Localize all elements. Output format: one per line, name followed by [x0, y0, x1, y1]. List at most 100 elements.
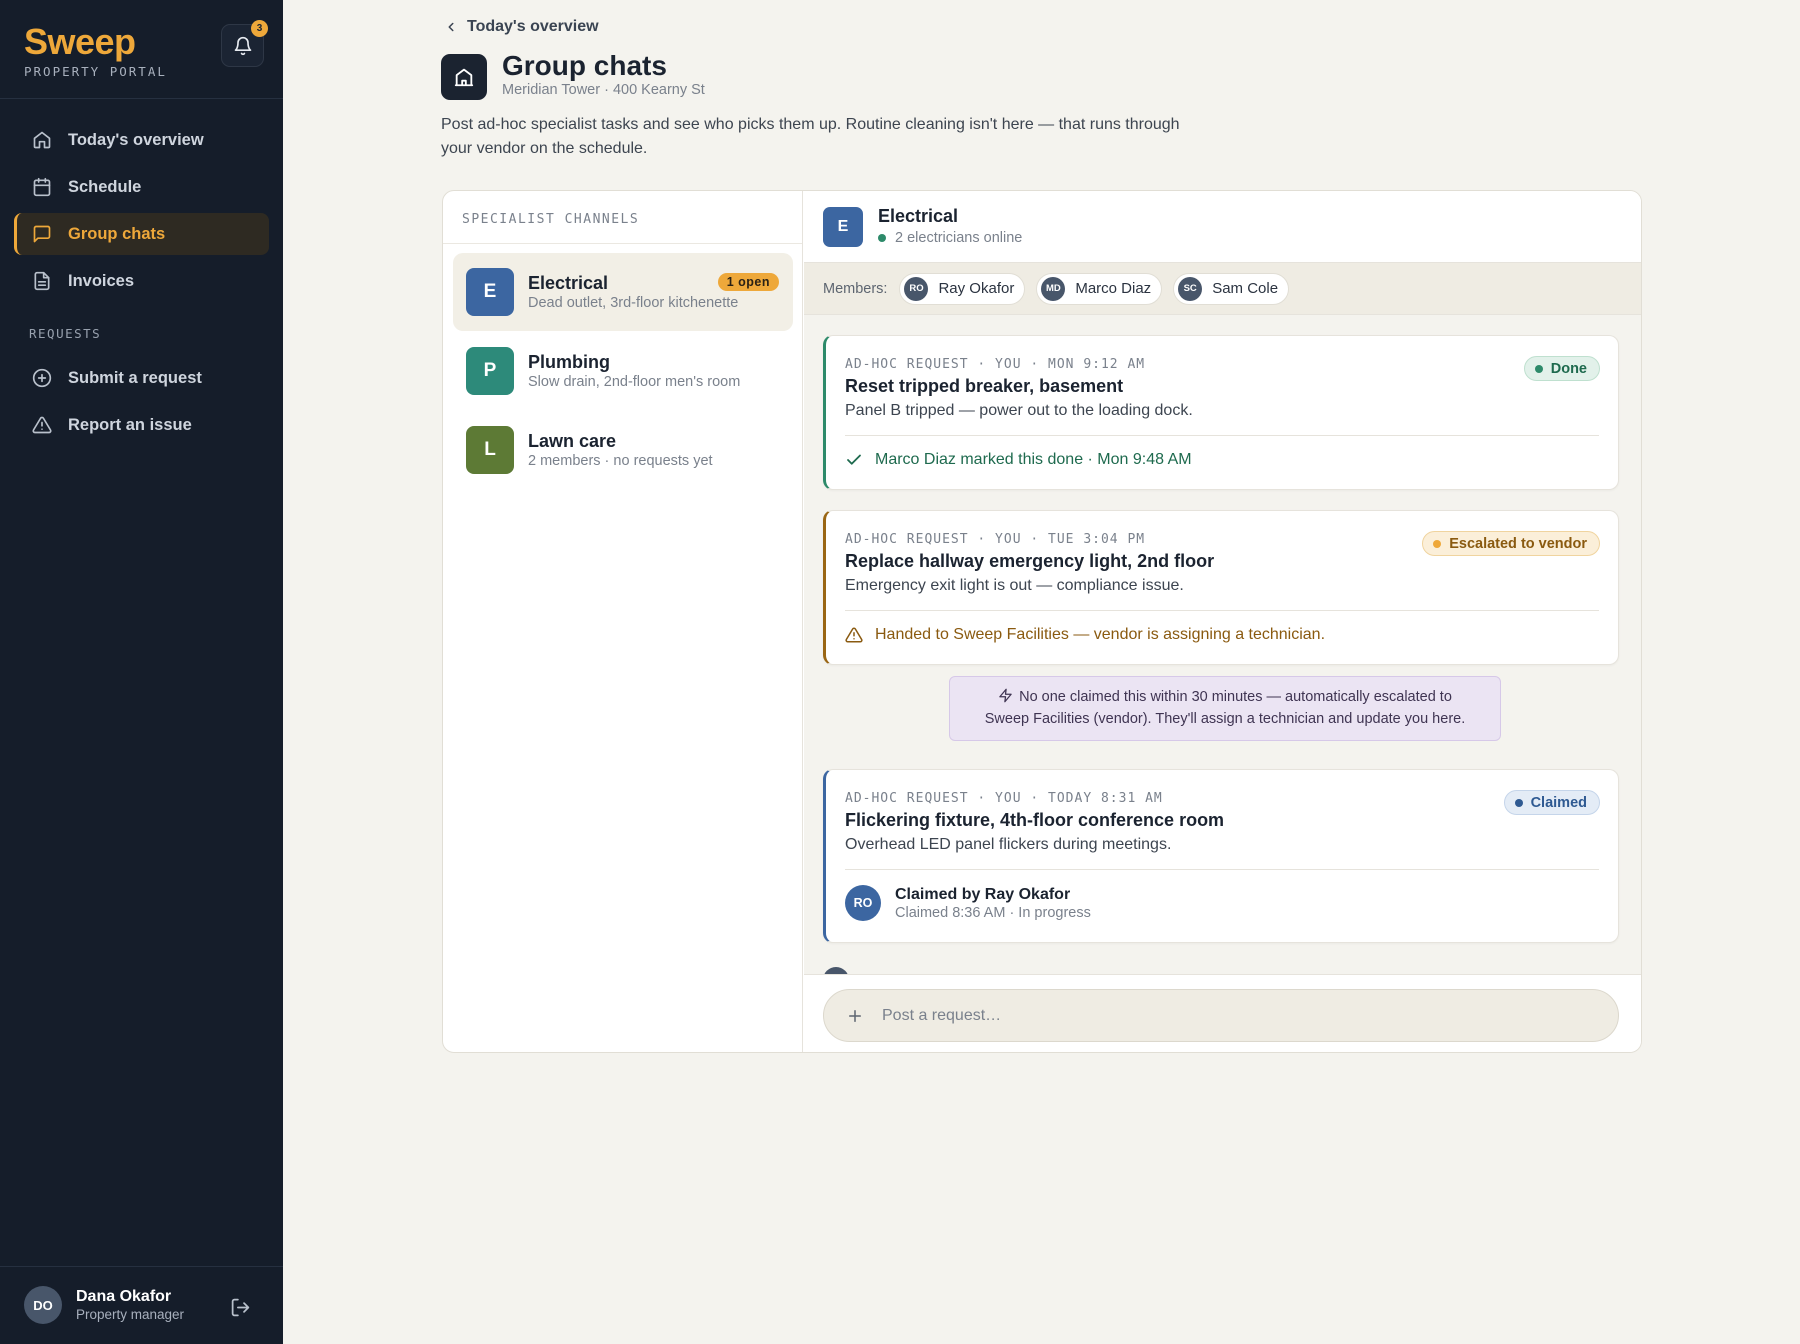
request-description: Panel B tripped — power out to the loadi…	[845, 402, 1193, 419]
member-chip[interactable]: RO Ray Okafor	[899, 272, 1026, 305]
request-card[interactable]: AD-HOC REQUEST · YOU · MON 9:12 AM Reset…	[823, 335, 1619, 490]
channel-name: Electrical	[528, 273, 609, 293]
avatar	[823, 967, 849, 974]
member-name: Marco Diaz	[1075, 280, 1152, 297]
channel-item-lawn-care[interactable]: L Lawn care 2 members · no requests yet	[453, 411, 793, 489]
channel-list-heading: SPECIALIST CHANNELS	[443, 191, 802, 244]
user-role: Property manager	[76, 1307, 185, 1322]
member-name: Sam Cole	[1212, 280, 1279, 297]
channel-avatar: L	[466, 426, 514, 474]
claimed-by: Claimed by Ray Okafor	[895, 885, 1071, 903]
chat-header: E Electrical 2 electricians online	[804, 191, 1641, 262]
request-meta: AD-HOC REQUEST · YOU · MON 9:12 AM	[845, 357, 1146, 372]
members-label: Members:	[823, 280, 888, 297]
claim-status: Claimed 8:36 AM · In progress	[895, 904, 1091, 921]
back-link[interactable]: Today's overview	[444, 18, 599, 36]
request-card[interactable]: AD-HOC REQUEST · YOU · TODAY 8:31 AM Fli…	[823, 769, 1619, 943]
lightning-icon	[999, 688, 1012, 703]
channel-name: Plumbing	[528, 352, 610, 372]
status-label: Done	[1550, 360, 1587, 377]
notice-text-line2: Sweep Facilities (vendor). They'll assig…	[984, 711, 1466, 727]
request-description: Emergency exit light is out — compliance…	[845, 577, 1184, 594]
building-icon	[441, 54, 487, 100]
notifications-button[interactable]: 3	[221, 20, 268, 67]
request-meta: AD-HOC REQUEST · YOU · TUE 3:04 PM	[845, 532, 1146, 547]
nav-item-report-issue[interactable]: Report an issue	[14, 404, 269, 446]
user-profile[interactable]: DO Dana Okafor Property manager	[24, 1286, 184, 1324]
request-resolution: Handed to Sweep Facilities — vendor is a…	[845, 626, 1325, 644]
nav-item-label: Today's overview	[68, 130, 204, 149]
status-dot-icon	[1514, 798, 1523, 807]
post-request-input[interactable]: Post a request…	[823, 989, 1619, 1042]
requests-nav: Submit a request Report an issue	[14, 357, 269, 451]
message-feed[interactable]: AD-HOC REQUEST · YOU · MON 9:12 AM Reset…	[804, 315, 1641, 974]
request-meta: AD-HOC REQUEST · YOU · TODAY 8:31 AM	[845, 791, 1163, 806]
sidebar-divider	[0, 98, 283, 99]
resolution-text: Marco Diaz marked this done · Mon 9:48 A…	[875, 451, 1192, 468]
card-divider	[845, 435, 1599, 436]
channel-summary: 2 members · no requests yet	[528, 453, 713, 469]
page-subtitle: Meridian Tower · 400 Kearny St	[502, 82, 705, 98]
chat-channel-name: Electrical	[878, 206, 959, 226]
warning-icon	[845, 627, 863, 643]
sidebar-footer-divider	[0, 1266, 283, 1267]
nav-item-schedule[interactable]: Schedule	[14, 166, 269, 208]
calendar-icon	[33, 177, 51, 197]
plus-icon[interactable]	[846, 1007, 864, 1025]
status-badge: Done	[1523, 356, 1600, 381]
page-description: Post ad-hoc specialist tasks and see who…	[441, 116, 1180, 157]
nav-item-todays-overview[interactable]: Today's overview	[14, 119, 269, 161]
nav-item-label: Report an issue	[68, 415, 192, 434]
notice-text-line1: No one claimed this within 30 minutes — …	[1019, 689, 1452, 705]
request-card[interactable]: AD-HOC REQUEST · YOU · TUE 3:04 PM Repla…	[823, 510, 1619, 665]
bell-icon	[234, 36, 251, 55]
members-bar: Members: RO Ray Okafor MD Marco Diaz SC …	[804, 262, 1641, 315]
nav-item-submit-request[interactable]: Submit a request	[14, 357, 269, 399]
checkmark-icon	[847, 454, 861, 465]
channel-item-plumbing[interactable]: P Plumbing Slow drain, 2nd-floor men's r…	[453, 332, 793, 410]
nav-item-label: Invoices	[68, 271, 135, 290]
nav-item-invoices[interactable]: Invoices	[14, 260, 269, 302]
status-dot-icon	[1534, 364, 1543, 373]
chat-pane: E Electrical 2 electricians online Membe…	[804, 191, 1641, 1052]
composer-placeholder: Post a request…	[882, 1006, 1002, 1024]
back-link-label: Today's overview	[467, 18, 599, 35]
avatar: RO	[845, 885, 881, 921]
request-title: Reset tripped breaker, basement	[845, 376, 1124, 396]
user-name: Dana Okafor	[76, 1288, 172, 1305]
card-divider	[845, 610, 1599, 611]
channel-list: SPECIALIST CHANNELS E Electrical Dead ou…	[443, 191, 803, 1052]
member-chip[interactable]: MD Marco Diaz	[1036, 272, 1163, 305]
nav-item-label: Group chats	[68, 224, 166, 243]
brand[interactable]: Sweep PROPERTY PORTAL	[24, 21, 167, 80]
escalation-notice: No one claimed this within 30 minutes — …	[949, 676, 1501, 741]
avatar: MD	[1041, 276, 1066, 301]
nav-item-group-chats[interactable]: Group chats	[14, 213, 269, 255]
status-dot-icon	[1433, 539, 1442, 548]
request-title: Flickering fixture, 4th-floor conference…	[845, 810, 1225, 830]
brand-name: Sweep	[24, 21, 136, 62]
nav-item-label: Schedule	[68, 177, 142, 196]
logout-icon	[231, 1298, 250, 1317]
channel-item-electrical[interactable]: E Electrical Dead outlet, 3rd-floor kitc…	[453, 253, 793, 331]
home-icon	[33, 131, 51, 149]
status-badge: Escalated to vendor	[1422, 531, 1600, 556]
main-nav: Today's overview Schedule Group chats In…	[14, 119, 269, 307]
channel-avatar: P	[466, 347, 514, 395]
member-chip[interactable]: SC Sam Cole	[1173, 272, 1290, 305]
composer-area: Post a request…	[804, 974, 1641, 1052]
channel-name: Lawn care	[528, 431, 617, 451]
warning-icon	[32, 416, 52, 434]
avatar: SC	[1178, 276, 1203, 301]
notification-count-badge: 3	[251, 20, 268, 37]
logout-button[interactable]	[230, 1297, 251, 1323]
request-description: Overhead LED panel flickers during meeti…	[845, 836, 1172, 853]
claim-info: RO Claimed by Ray Okafor Claimed 8:36 AM…	[845, 885, 1091, 921]
chat-icon	[33, 225, 51, 243]
request-resolution: Marco Diaz marked this done · Mon 9:48 A…	[845, 451, 1192, 469]
status-label: Escalated to vendor	[1449, 535, 1587, 552]
online-status: 2 electricians online	[878, 230, 1022, 246]
open-count-badge: 1 open	[717, 273, 779, 291]
brand-subtitle: PROPERTY PORTAL	[24, 64, 167, 79]
plus-circle-icon	[32, 368, 52, 388]
